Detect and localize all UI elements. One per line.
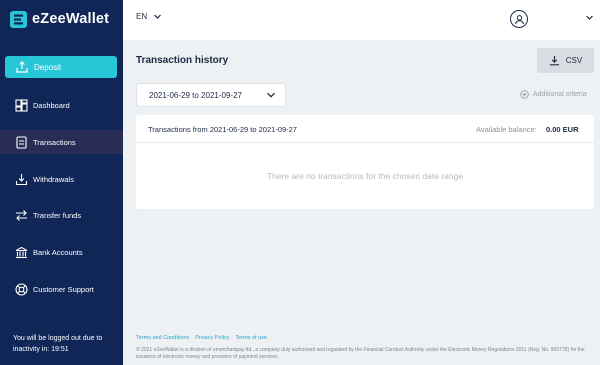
terms-and-conditions-link[interactable]: Terms and Conditions: [136, 335, 189, 341]
transactions-card: Transactions from 2021-06-29 to 2021-09-…: [136, 115, 594, 209]
logo[interactable]: eZeeWallet: [10, 9, 109, 29]
csv-export-button[interactable]: CSV: [537, 48, 594, 73]
date-range-select[interactable]: 2021-06-29 to 2021-09-27: [136, 83, 286, 107]
sidebar-item-label: Customer Support: [33, 284, 94, 294]
additional-criteria-label: Additional criteria: [533, 91, 587, 98]
logout-timer-note: You will be logged out due to inactivity…: [13, 335, 103, 353]
available-balance-label: Available balance:: [476, 125, 537, 134]
sidebar-item-dashboard[interactable]: Dashboard: [0, 93, 123, 117]
sidebar-item-transactions[interactable]: Transactions: [0, 130, 123, 154]
terms-of-use-link[interactable]: Terms of use: [235, 335, 266, 341]
brand-name: eZeeWallet: [32, 11, 110, 27]
chevron-down-icon: [267, 92, 275, 98]
sidebar: eZeeWallet Deposit Dashboard Transaction…: [0, 0, 123, 365]
bank-icon: [15, 246, 28, 258]
sidebar-item-withdrawals[interactable]: Withdrawals: [0, 167, 123, 191]
user-menu-chevron-icon[interactable]: [585, 13, 594, 22]
sidebar-item-transfer-funds[interactable]: Transfer funds: [0, 203, 123, 227]
sidebar-item-bank-accounts[interactable]: Bank Accounts: [0, 240, 123, 264]
sidebar-item-label: Transfer funds: [33, 210, 82, 220]
available-balance-value: 0.00 EUR: [546, 125, 579, 134]
support-icon: [15, 282, 28, 296]
page-title: Transaction history: [136, 55, 229, 66]
language-selector[interactable]: EN: [136, 12, 162, 21]
transactions-card-header: Transactions from 2021-06-29 to 2021-09-…: [136, 115, 594, 143]
top-bar: EN: [123, 0, 600, 40]
sidebar-item-customer-support[interactable]: Customer Support: [0, 277, 123, 301]
user-icon: [514, 14, 524, 24]
footer-legal-text: © 2021 eZeeWallet is a division of emerc…: [136, 347, 585, 360]
empty-state-message: There are no transactions for the chosen…: [266, 171, 464, 181]
footer-links: Terms and Conditions Privacy Policy Term…: [136, 335, 273, 341]
transactions-range-text: Transactions from 2021-06-29 to 2021-09-…: [148, 125, 297, 134]
transfer-icon: [16, 209, 27, 221]
sidebar-item-label: Transactions: [33, 137, 76, 147]
sidebar-item-label: Dashboard: [33, 100, 70, 110]
privacy-policy-link[interactable]: Privacy Policy: [195, 335, 229, 341]
transactions-icon: [16, 135, 27, 149]
plus-circle-icon: [520, 90, 529, 99]
user-avatar-button[interactable]: [510, 10, 528, 28]
sidebar-item-label: Withdrawals: [33, 174, 74, 184]
chevron-down-icon: [154, 14, 162, 19]
date-range-value: 2021-06-29 to 2021-09-27: [149, 90, 242, 100]
deposit-label: Deposit: [34, 62, 62, 72]
language-label: EN: [136, 12, 148, 21]
sidebar-item-label: Bank Accounts: [33, 247, 83, 257]
download-icon: [549, 56, 559, 66]
upload-icon: [16, 61, 28, 73]
ezeewallet-logo-icon: [10, 10, 27, 28]
deposit-button[interactable]: Deposit: [5, 56, 117, 78]
dashboard-icon: [15, 98, 28, 112]
csv-label: CSV: [565, 56, 583, 65]
download-icon: [15, 173, 28, 185]
additional-criteria-link[interactable]: Additional criteria: [520, 90, 587, 99]
